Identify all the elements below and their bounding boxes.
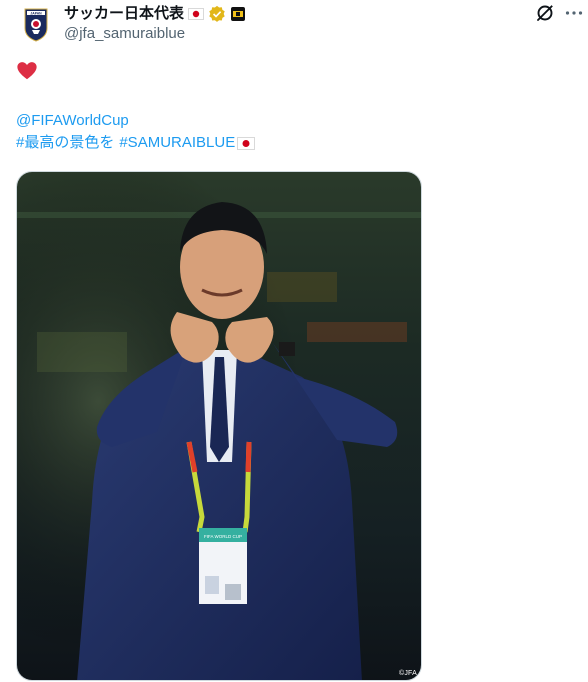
tweet-line-1: @FIFAWorldCup	[16, 110, 255, 132]
hashtag-link-1[interactable]: #最高の景色を	[16, 132, 114, 154]
heart-icon	[17, 62, 37, 80]
grok-icon	[537, 4, 554, 21]
display-name[interactable]: サッカー日本代表	[64, 4, 184, 24]
jp-flag-emoji-icon	[237, 136, 256, 150]
avatar-crest-text: JAPAN	[30, 11, 42, 15]
tweet-line-2: #最高の景色を #SAMURAIBLUE	[16, 132, 256, 154]
affiliate-badge-icon[interactable]	[230, 6, 246, 22]
heart-emoji	[16, 60, 38, 82]
avatar-crest-icon: JAPAN	[24, 8, 48, 42]
verified-badge-icon[interactable]	[208, 5, 226, 23]
post-header: JAPAN サッカー日本代表 @jfa_samuraiblue	[0, 0, 588, 56]
more-options-button[interactable]	[563, 2, 585, 24]
name-row: サッカー日本代表	[64, 4, 246, 24]
image-credit: ©JFA	[398, 670, 417, 677]
photo-image: FIFA WORLD CUP	[17, 172, 421, 680]
hashtag-link-2[interactable]: #SAMURAIBLUE	[119, 132, 235, 154]
grok-button[interactable]	[534, 2, 556, 24]
badge-text: FIFA WORLD CUP	[204, 534, 242, 539]
user-handle[interactable]: @jfa_samuraiblue	[64, 24, 185, 44]
post-photo[interactable]: FIFA WORLD CUP ©JFA	[16, 171, 422, 681]
tweet-text: @FIFAWorldCup #最高の景色を #SAMURAIBLUE	[16, 110, 256, 154]
more-icon	[565, 11, 583, 15]
jp-flag-icon	[188, 8, 205, 20]
avatar[interactable]: JAPAN	[16, 4, 56, 44]
mention-link[interactable]: @FIFAWorldCup	[16, 110, 129, 132]
